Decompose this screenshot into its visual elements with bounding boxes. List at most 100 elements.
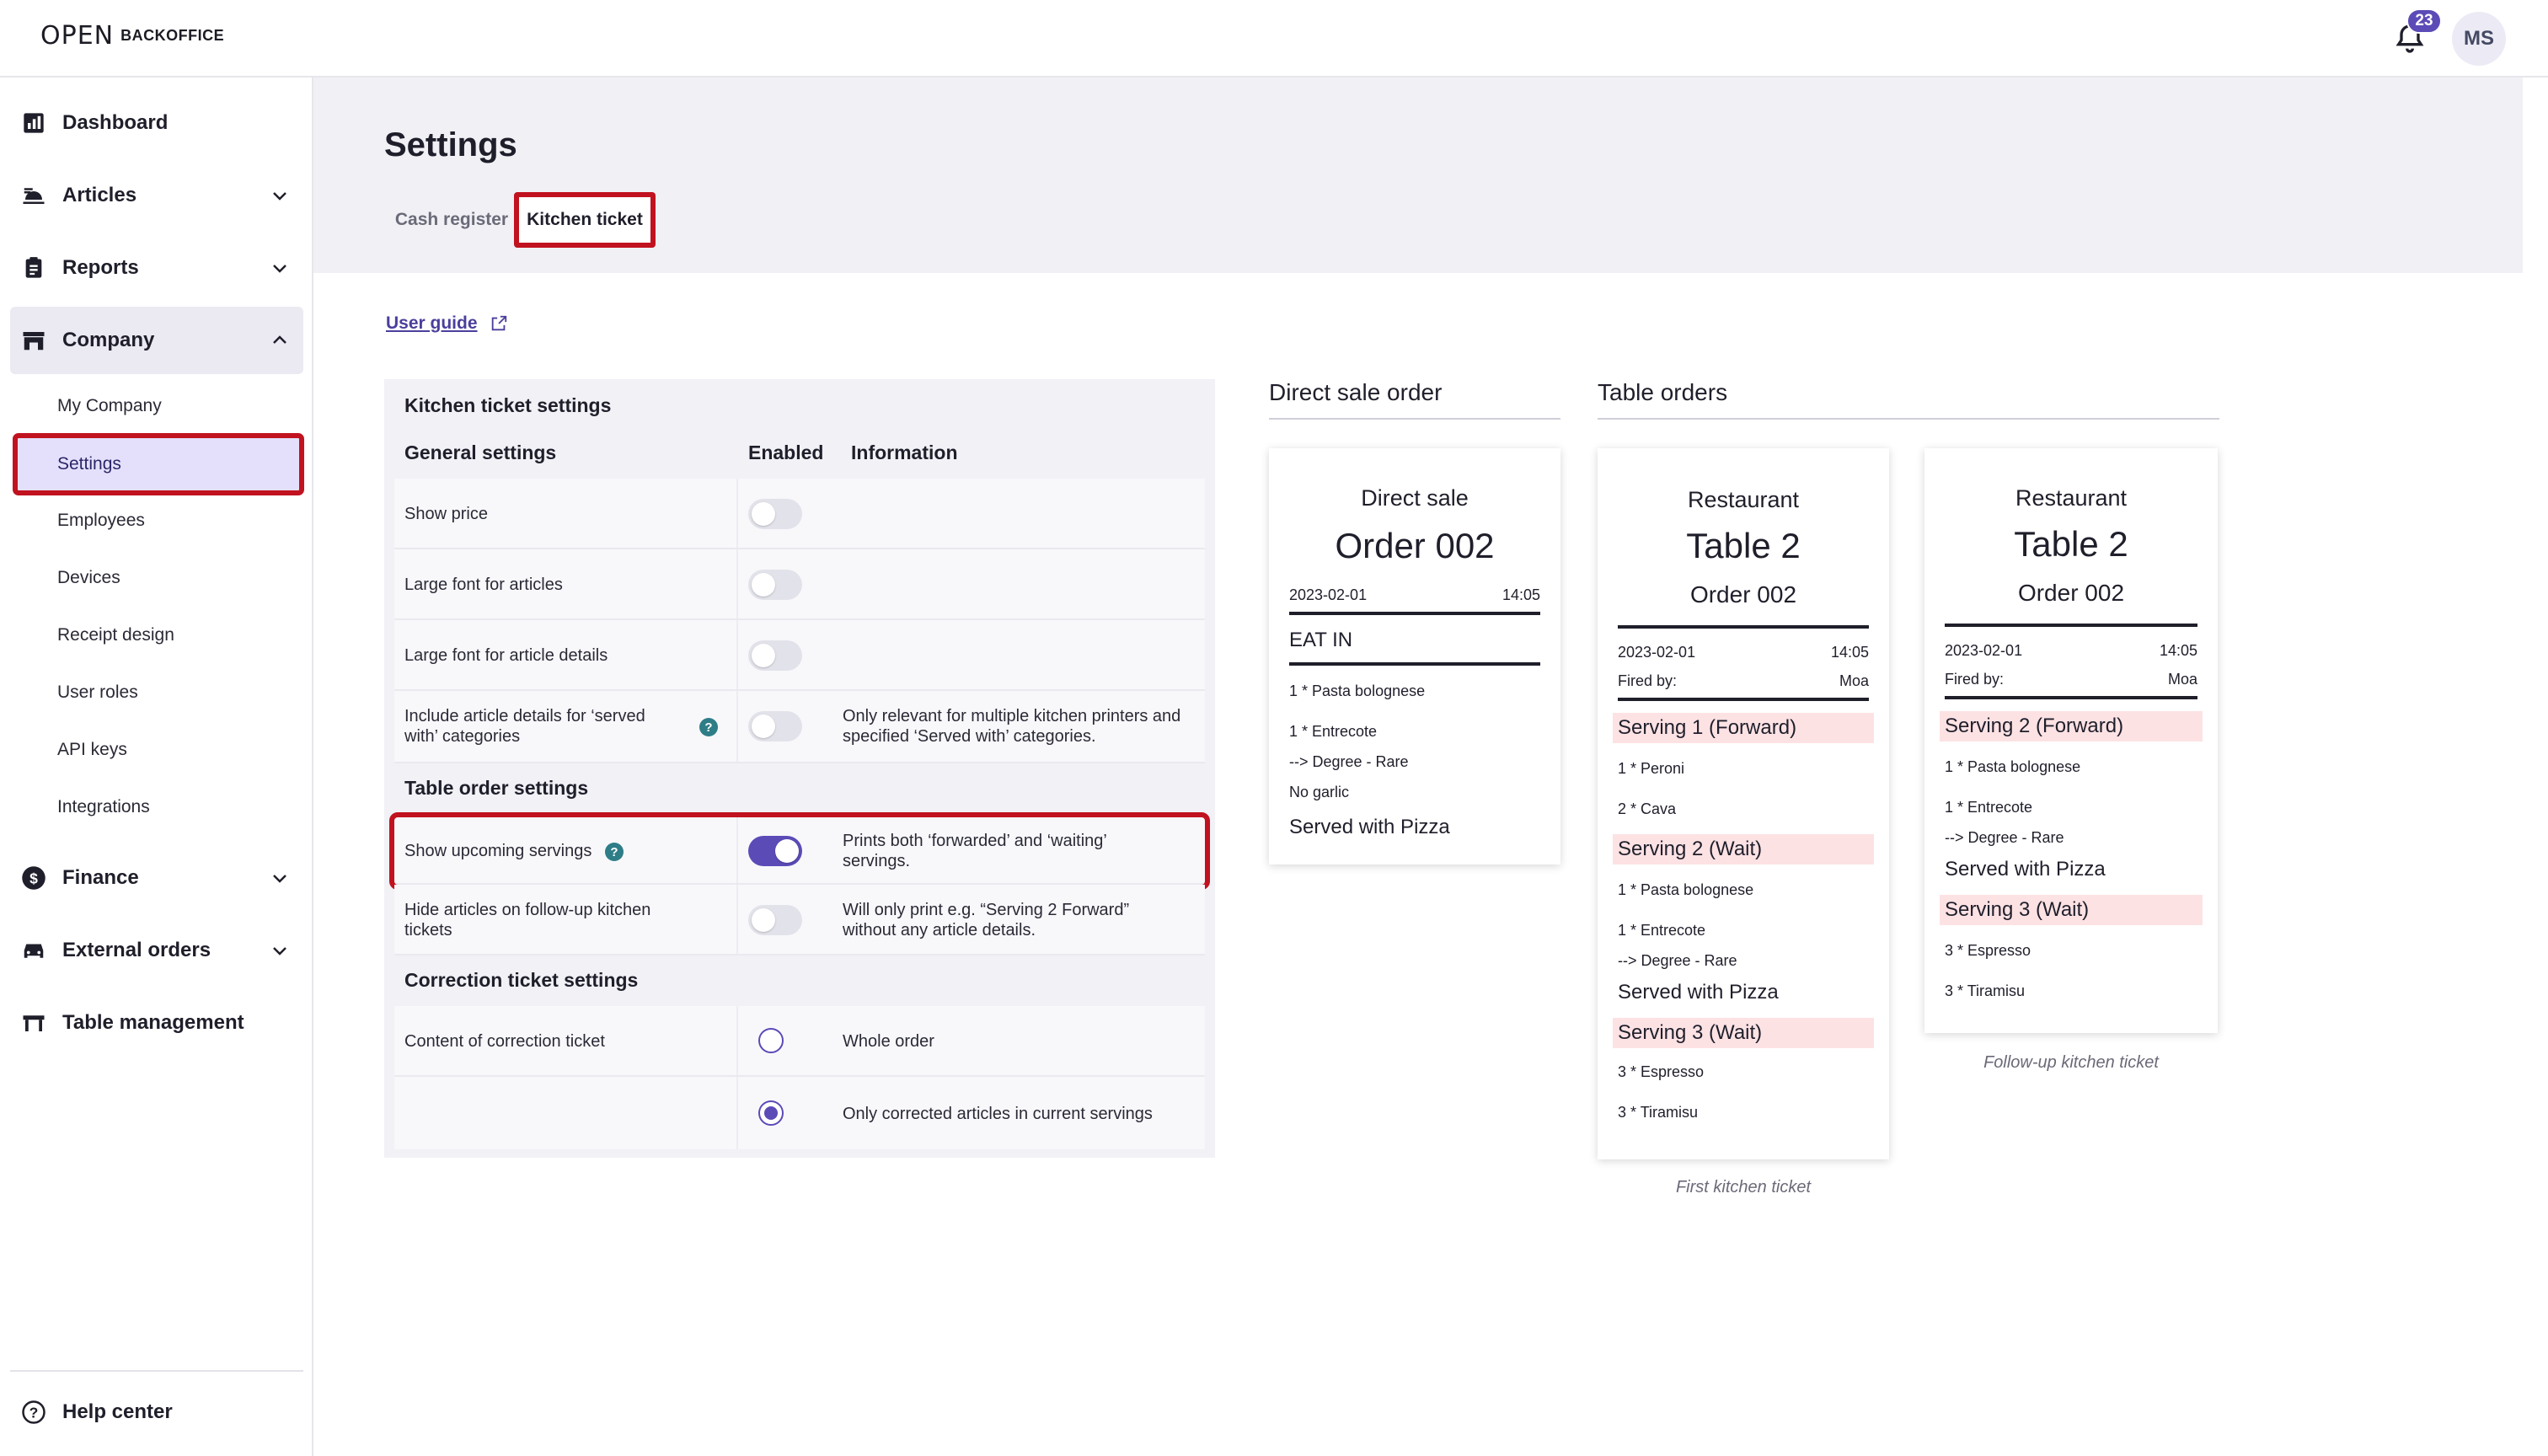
clipboard-icon [20,254,47,281]
toggle-knob [752,908,775,932]
large-font-details-toggle[interactable] [748,640,802,671]
section-heading: General settings [404,442,557,463]
sidebar-item-table-management[interactable]: Table management [10,989,303,1057]
sidebar-item-reports[interactable]: Reports [10,234,303,302]
sidebar-item-label: Finance [62,866,139,889]
setting-label: Large font for articles [404,575,563,594]
direct-sale-heading: Direct sale order [1269,379,1443,405]
setting-row-include-details: Include article details for ‘served with… [394,691,1205,763]
tab-cash-register[interactable]: Cash register [384,192,519,248]
direct-sale-ticket: Direct sale Order 002 2023-02-01 14:05 E… [1269,448,1560,864]
ticket-fired-by: Fired by: [1945,671,2005,688]
ticket-date: 2023-02-01 [1289,586,1368,603]
sidebar-subitem-employees[interactable]: Employees [15,492,302,549]
section-heading: Table order settings [404,777,589,799]
heading-underline [1269,418,1560,420]
ticket-table: Table 2 [1686,526,1801,565]
settings-panel-title: Kitchen ticket settings [404,394,612,416]
kitchen-ticket-settings-panel: Kitchen ticket settings General settings… [384,379,1215,1158]
ticket-rule [1945,696,2197,699]
sidebar-subitem-receipt-design[interactable]: Receipt design [15,607,302,664]
ticket-rule [1618,698,1869,701]
ticket-rule [1289,612,1540,615]
hide-articles-toggle[interactable] [748,905,802,935]
ticket-fired-by: Fired by: [1618,672,1678,689]
app-logo[interactable]: OPEN BACKOFFICE [40,19,224,52]
sidebar-item-dashboard[interactable]: Dashboard [10,89,303,157]
ticket-time: 14:05 [1502,586,1540,603]
sidebar-item-articles[interactable]: Articles [10,162,303,229]
sidebar-subitem-integrations[interactable]: Integrations [15,779,302,836]
setting-label: Show price [404,505,488,523]
tab-kitchen-ticket[interactable]: Kitchen ticket [514,192,656,248]
sidebar: Dashboard Articles Reports Company My Co… [0,78,313,1456]
store-icon [20,327,47,354]
external-link-icon [491,315,506,331]
ticket-line: 3 * Espresso [1945,942,2031,959]
help-circle-icon: ? [20,1399,47,1426]
large-font-articles-toggle[interactable] [748,570,802,600]
ticket-restaurant: Restaurant [2015,485,2128,511]
column-divider [736,479,738,548]
ticket-date: 2023-02-01 [1618,644,1696,661]
ticket-fired-name: Moa [1839,672,1869,689]
toggle-knob [775,839,799,863]
correction-settings-header: Correction ticket settings [384,956,1215,1006]
sidebar-subitem-api-keys[interactable]: API keys [15,721,302,779]
help-icon[interactable]: ? [605,843,624,861]
chart-icon [20,110,47,136]
sidebar-subitem-settings[interactable]: Settings [13,433,304,495]
ticket-date: 2023-02-01 [1945,642,2023,659]
ticket-line: 2 * Cava [1618,800,1677,817]
ticket-served-with: Served with Pizza [1945,858,2106,881]
column-divider [736,691,738,762]
page-title: Settings [384,126,517,163]
ticket-order: Order 002 [1689,581,1797,608]
sidebar-item-external-orders[interactable]: External orders [10,917,303,984]
car-icon [20,937,47,964]
setting-info: Prints both ‘forwarded’ and ‘waiting’ se… [843,832,1107,870]
sidebar-item-label: Articles [62,184,137,206]
avatar[interactable]: MS [2452,12,2506,66]
user-guide[interactable]: User guide [386,313,508,334]
notification-badge: 23 [2406,8,2442,34]
help-icon[interactable]: ? [699,718,718,736]
ticket-time: 14:05 [1830,644,1869,661]
sidebar-item-company[interactable]: Company [10,307,303,374]
ticket-line: 1 * Pasta bolognese [1289,682,1426,699]
setting-row-correction-whole: Content of correction ticket Whole order [394,1006,1205,1077]
first-kitchen-ticket: Restaurant Table 2 Order 002 2023-02-01 … [1598,448,1889,1159]
sidebar-item-finance[interactable]: $ Finance [10,844,303,912]
setting-row-large-font-details: Large font for article details [394,620,1205,691]
ticket-served-with: Served with Pizza [1618,981,1779,1004]
section-heading: Correction ticket settings [404,969,639,991]
ticket-order: Order 002 [1335,526,1495,565]
svg-text:$: $ [29,870,38,886]
sidebar-subitem-my-company[interactable]: My Company [15,377,302,435]
show-price-toggle[interactable] [748,499,802,529]
ticket-serving: Serving 2 (Forward) [1940,711,2203,741]
table-order-settings-header: Table order settings [384,763,1215,814]
setting-label: Hide articles on follow-up kitchen ticke… [404,901,651,939]
include-details-toggle[interactable] [748,711,802,741]
food-icon [20,182,47,209]
column-divider [736,1077,738,1149]
ticket-table: Table 2 [2014,524,2128,564]
help-center-link[interactable]: ? Help center [10,1378,303,1446]
toggle-knob [752,715,775,738]
user-guide-link[interactable]: User guide [386,313,478,334]
ticket-line: --> Degree - Rare [1618,952,1737,969]
setting-row-large-font-articles: Large font for articles [394,549,1205,620]
followup-ticket-caption: Follow-up kitchen ticket [1983,1053,2159,1072]
sidebar-subitem-user-roles[interactable]: User roles [15,664,302,721]
show-upcoming-toggle[interactable] [748,836,802,866]
sidebar-subitem-devices[interactable]: Devices [15,549,302,607]
whole-order-radio[interactable] [758,1028,784,1053]
ticket-fired-name: Moa [2167,671,2197,688]
page-header: Settings Cash register Kitchen ticket [313,78,2523,273]
setting-row-correction-corrected: Only corrected articles in current servi… [394,1077,1205,1149]
only-corrected-radio[interactable] [758,1100,784,1126]
logo-text: BACKOFFICE [120,26,225,44]
ticket-line: No garlic [1289,784,1350,800]
setting-row-show-upcoming: Show upcoming servings ? Prints both ‘fo… [389,812,1210,890]
